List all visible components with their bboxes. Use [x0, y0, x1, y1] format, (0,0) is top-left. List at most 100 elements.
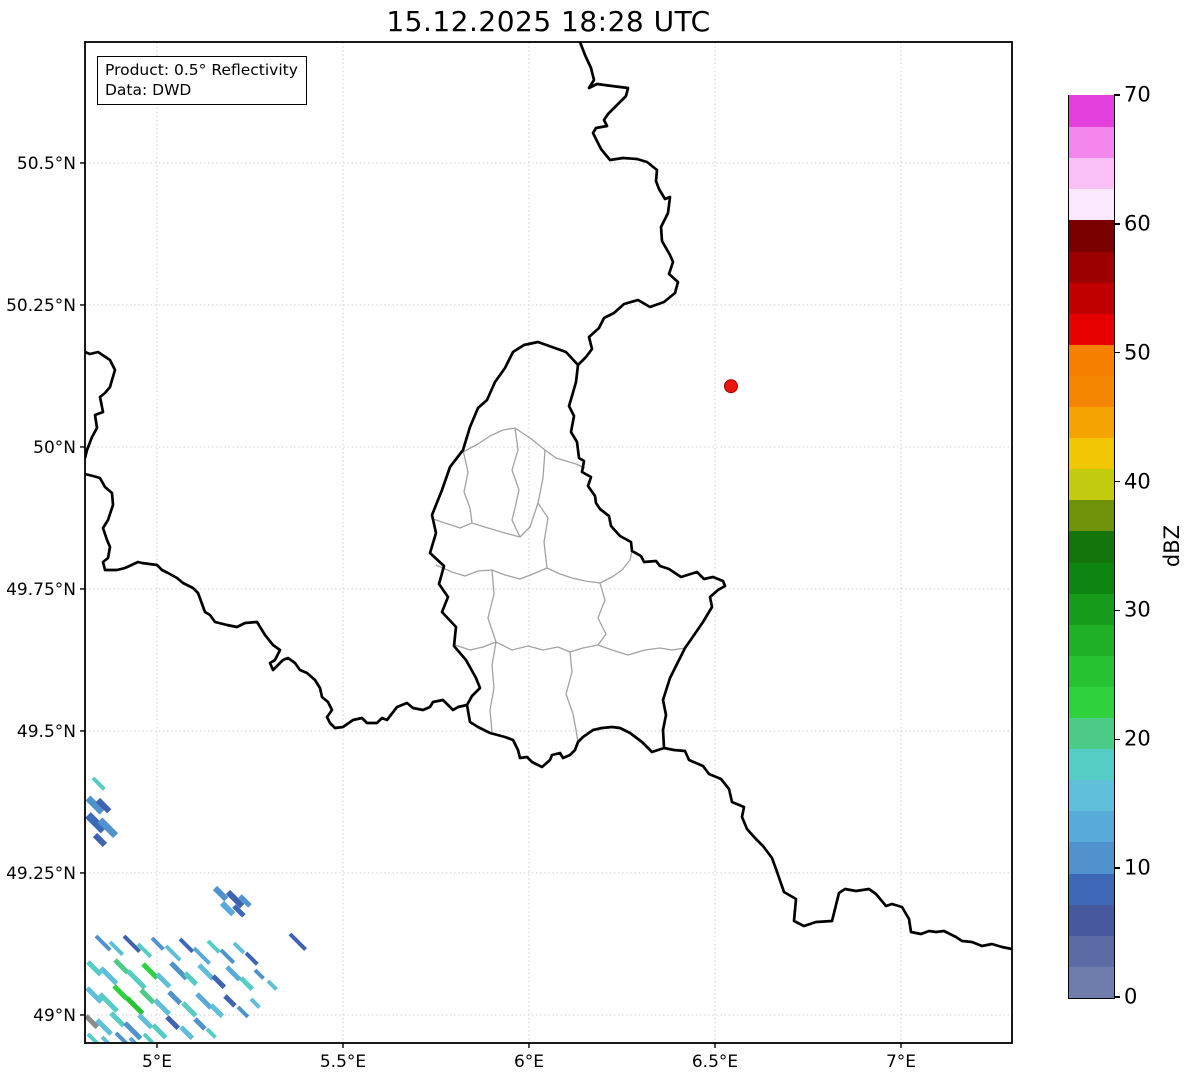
regional-border — [511, 427, 521, 538]
radar-echo-segment — [223, 994, 237, 1008]
colorbar-segment — [1069, 873, 1114, 905]
radar-echo-segment — [108, 940, 125, 957]
radar-echo-segment — [239, 976, 255, 992]
radar-echo-segment — [219, 948, 236, 965]
radar-echo-segment — [195, 992, 213, 1010]
x-tick-label: 5.5°E — [320, 1052, 366, 1072]
national-border — [576, 42, 680, 367]
product-info-box: Product: 0.5° Reflectivity Data: DWD — [97, 56, 307, 106]
radar-echo-segment — [244, 951, 259, 966]
radar-figure: 15.12.2025 18:28 UTC 5°E 5.5°E 6°E 6.5°E 7°E… — [0, 0, 1202, 1081]
radar-echo-segment — [137, 1013, 154, 1030]
radar-echo-segment — [153, 998, 171, 1016]
radar-echo-segment — [205, 1027, 217, 1039]
colorbar-segment — [1069, 95, 1114, 128]
radar-map-svg: 5°E 5.5°E 6°E 6.5°E 7°E 50.5°N 50.25°N 50°N 49.7… — [6, 41, 1013, 1072]
radar-echo-segment — [164, 944, 182, 962]
colorbar-tick-label: 50 — [1124, 340, 1151, 365]
radar-echo-segment — [95, 1018, 113, 1036]
y-tick-label: 50.5°N — [17, 154, 76, 174]
colorbar-segment — [1069, 313, 1114, 345]
x-tick-label: 5°E — [142, 1052, 172, 1072]
colorbar-segment — [1069, 686, 1114, 719]
y-tick-label: 49.75°N — [6, 580, 76, 600]
radar-echo-segment — [100, 1035, 111, 1043]
x-tick-label: 7°E — [886, 1052, 916, 1072]
radar-echo-segment — [91, 776, 106, 791]
colorbar-segment — [1069, 655, 1114, 687]
colorbar-tick-label: 10 — [1124, 855, 1151, 880]
radar-echo-segment — [219, 900, 236, 917]
colorbar-units-label: dBZ — [1160, 524, 1184, 568]
radar-echo-segment — [197, 963, 215, 981]
radar-echo-segment — [253, 968, 265, 980]
colorbar-segment — [1069, 779, 1114, 812]
radar-echo-segment — [92, 832, 108, 848]
national-border — [428, 340, 727, 769]
colorbar-tick-label: 70 — [1124, 82, 1151, 107]
regional-border — [487, 569, 497, 733]
radar-echo-segment — [86, 960, 103, 977]
y-tick-label: 49.25°N — [6, 864, 76, 884]
y-tick-label: 49°N — [33, 1006, 76, 1026]
radar-echo-segment — [167, 990, 183, 1006]
colorbar-tick-label: 0 — [1124, 984, 1138, 1009]
colorbar-segment — [1069, 282, 1114, 314]
map-content — [85, 42, 1012, 1043]
colorbar-segment — [1069, 188, 1114, 221]
regional-border — [432, 502, 539, 538]
colorbar-segment — [1069, 126, 1114, 159]
y-tick-label: 49.5°N — [17, 722, 76, 742]
radar-echo-segment — [123, 1021, 143, 1041]
colorbar-segment — [1069, 437, 1114, 470]
radar-echo-segment — [109, 1011, 126, 1028]
radar-echo-segment — [99, 966, 119, 986]
data-source-line: Data: DWD — [105, 81, 192, 100]
colorbar-segment — [1069, 966, 1114, 998]
radar-echo-segment — [288, 932, 307, 951]
radar-echo-segment — [125, 996, 145, 1016]
colorbar-segment — [1069, 219, 1114, 252]
colorbar-segment — [1069, 935, 1114, 967]
colorbar-segment — [1069, 717, 1114, 750]
radar-echo-segment — [142, 1032, 154, 1043]
radar-echo-segment — [155, 972, 172, 989]
radar-echo-segment — [249, 997, 261, 1009]
colorbar-segment — [1069, 157, 1114, 190]
radar-echo-segment — [225, 965, 242, 982]
radar-echo-segment — [112, 984, 129, 1001]
colorbar-segment — [1069, 904, 1114, 936]
radar-echo-segment — [98, 992, 119, 1013]
regional-border — [537, 449, 549, 569]
radar-echo-segment — [165, 1015, 181, 1031]
colorbar-segment — [1069, 748, 1114, 781]
radar-echo-segment — [122, 934, 141, 953]
radar-echo-segment — [150, 936, 165, 951]
colorbar-segment — [1069, 468, 1114, 501]
radar-echo-segment — [211, 974, 227, 990]
radar-echo-segment — [113, 958, 130, 975]
y-tick-label: 50.25°N — [6, 296, 76, 316]
product-line: Product: 0.5° Reflectivity — [105, 61, 298, 79]
colorbar-segment — [1069, 530, 1114, 563]
regional-border — [435, 550, 633, 584]
radar-echo-segment — [169, 961, 189, 981]
radar-echo-segment — [126, 969, 147, 990]
colorbar-tick-label: 20 — [1124, 726, 1151, 751]
colorbar-tick-label: 60 — [1124, 211, 1151, 236]
colorbar-segment — [1069, 344, 1114, 376]
colorbar-tick-label: 40 — [1124, 469, 1151, 494]
radar-echo-segment — [232, 941, 246, 955]
radar-echo-segment — [141, 962, 159, 980]
radar-echo-segment — [232, 904, 246, 918]
radar-echo-segment — [139, 988, 156, 1005]
radar-echo-segment — [94, 934, 112, 952]
regional-border — [462, 449, 473, 524]
radar-echo-segment — [179, 1025, 195, 1041]
colorbar-segment — [1069, 375, 1114, 408]
regional-border — [597, 582, 607, 646]
y-tick-label: 50°N — [33, 438, 76, 458]
colorbar-segment — [1069, 561, 1114, 594]
colorbar-segment — [1069, 593, 1114, 625]
colorbar-segment — [1069, 499, 1114, 532]
